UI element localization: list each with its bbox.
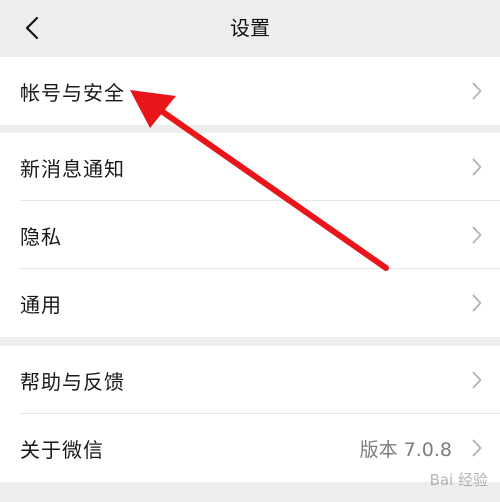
settings-item-about-wechat[interactable]: 关于微信 版本 7.0.8: [0, 414, 500, 482]
settings-group-account: 帐号与安全: [0, 57, 500, 125]
settings-item-label: 通用: [20, 292, 62, 317]
chevron-right-icon: [472, 294, 482, 312]
chevron-right-icon: [472, 371, 482, 389]
settings-item-label: 帐号与安全: [20, 80, 125, 105]
settings-group-about: 帮助与反馈 关于微信 版本 7.0.8: [0, 346, 500, 482]
settings-item-label: 隐私: [20, 224, 62, 249]
settings-item-help-feedback[interactable]: 帮助与反馈: [0, 346, 500, 414]
version-value: 版本 7.0.8: [359, 438, 452, 461]
settings-item-privacy[interactable]: 隐私: [0, 201, 500, 269]
chevron-right-icon: [472, 226, 482, 244]
settings-item-account-security[interactable]: 帐号与安全: [0, 57, 500, 125]
settings-item-label: 新消息通知: [20, 156, 125, 181]
navigation-bar: 设置: [0, 0, 500, 56]
settings-item-general[interactable]: 通用: [0, 269, 500, 337]
chevron-right-icon: [472, 158, 482, 176]
settings-item-label: 帮助与反馈: [20, 369, 125, 394]
page-title: 设置: [230, 16, 270, 40]
watermark-text: Bai 经验: [429, 471, 488, 489]
chevron-right-icon: [472, 439, 482, 457]
watermark: Bai 经验: [430, 469, 488, 490]
chevron-right-icon: [472, 82, 482, 100]
settings-item-label: 关于微信: [20, 437, 104, 462]
settings-item-notifications[interactable]: 新消息通知: [0, 133, 500, 201]
settings-group-general: 新消息通知 隐私 通用: [0, 133, 500, 337]
